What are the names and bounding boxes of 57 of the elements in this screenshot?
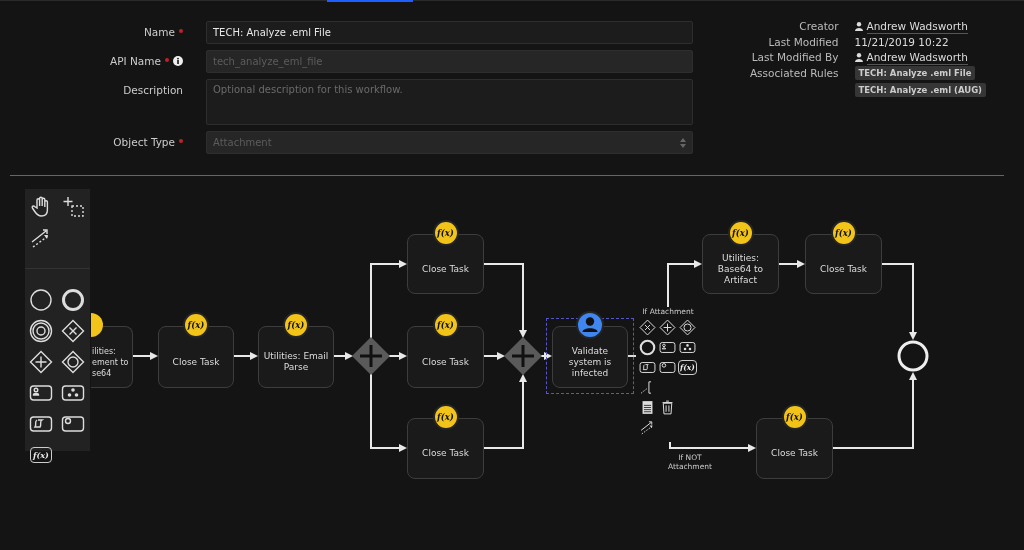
- user-link[interactable]: Andrew Wadsworth: [866, 50, 968, 65]
- flow-arrow: [667, 260, 702, 308]
- start-event-icon: [29, 287, 53, 312]
- user-icon: [576, 311, 604, 339]
- field-label: Object Type: [113, 136, 175, 148]
- text-field[interactable]: TECH: Analyze .eml File: [206, 21, 693, 44]
- intermediate-event-icon: [29, 318, 53, 343]
- user-icon: [854, 22, 863, 31]
- meta-label: Last Modified By: [750, 50, 839, 65]
- function-badge: f(x): [432, 404, 459, 430]
- event-gateway-icon: [61, 349, 85, 374]
- user-icon: [854, 53, 863, 62]
- rule-tag[interactable]: TECH: Analyze .eml File: [854, 66, 976, 80]
- service-task-icon: [659, 359, 676, 376]
- task-node[interactable]: ilities: ement to se64: [91, 326, 133, 388]
- meta-value: 11/21/2019 10:22: [854, 35, 949, 49]
- parallel-gateway-icon: [659, 319, 676, 336]
- event-gateway-icon: [679, 319, 696, 336]
- meta-label: Associated Rules: [749, 66, 839, 81]
- function-badge: f(x): [727, 220, 754, 246]
- function-task-tool[interactable]: f(x): [30, 446, 52, 463]
- function-badge: f(x): [432, 312, 459, 338]
- flow-arrow: [333, 352, 353, 360]
- end-event-icon: [61, 287, 85, 312]
- function-badge: [91, 312, 105, 338]
- rule-tag[interactable]: TECH: Analyze .eml (AUG): [854, 83, 986, 97]
- lasso-icon: [61, 194, 85, 219]
- user-link[interactable]: Andrew Wadsworth: [866, 19, 968, 34]
- flow-arrow: [233, 352, 258, 360]
- connect-icon: [639, 419, 656, 436]
- meta-label: Last Modified: [767, 35, 839, 49]
- connector-stub: [628, 355, 636, 357]
- updown-caret-icon: [680, 137, 686, 148]
- function-badge: f(x): [781, 404, 808, 430]
- parallel-gateway[interactable]: [352, 337, 390, 375]
- flow-arrow: [483, 352, 505, 360]
- flow-arrow: [388, 352, 407, 360]
- function-badge: f(x): [183, 312, 209, 338]
- field-label: Name: [144, 26, 175, 38]
- meta-label: Creator: [798, 19, 839, 34]
- function-badge: f(x): [283, 312, 309, 338]
- function-badge: f(x): [830, 220, 857, 246]
- flow-arrow: [778, 260, 805, 268]
- flow-arrow: [132, 352, 158, 360]
- parallel-gateway[interactable]: [504, 337, 542, 375]
- exclusive-gateway-icon: [61, 318, 85, 343]
- exclusive-gateway-icon: [639, 319, 656, 336]
- user-task-icon: [659, 339, 676, 356]
- task-node[interactable]: Validate system is infected: [552, 326, 628, 388]
- script-task-icon: [639, 359, 656, 376]
- field-label: API Name: [110, 55, 161, 67]
- end-event[interactable]: [897, 340, 929, 372]
- end-event-icon: [639, 339, 656, 356]
- field-label: Description: [123, 84, 183, 96]
- function-badge: f(x): [432, 220, 459, 246]
- parallel-gateway-icon: [29, 349, 53, 374]
- subprocess-icon: [679, 339, 696, 356]
